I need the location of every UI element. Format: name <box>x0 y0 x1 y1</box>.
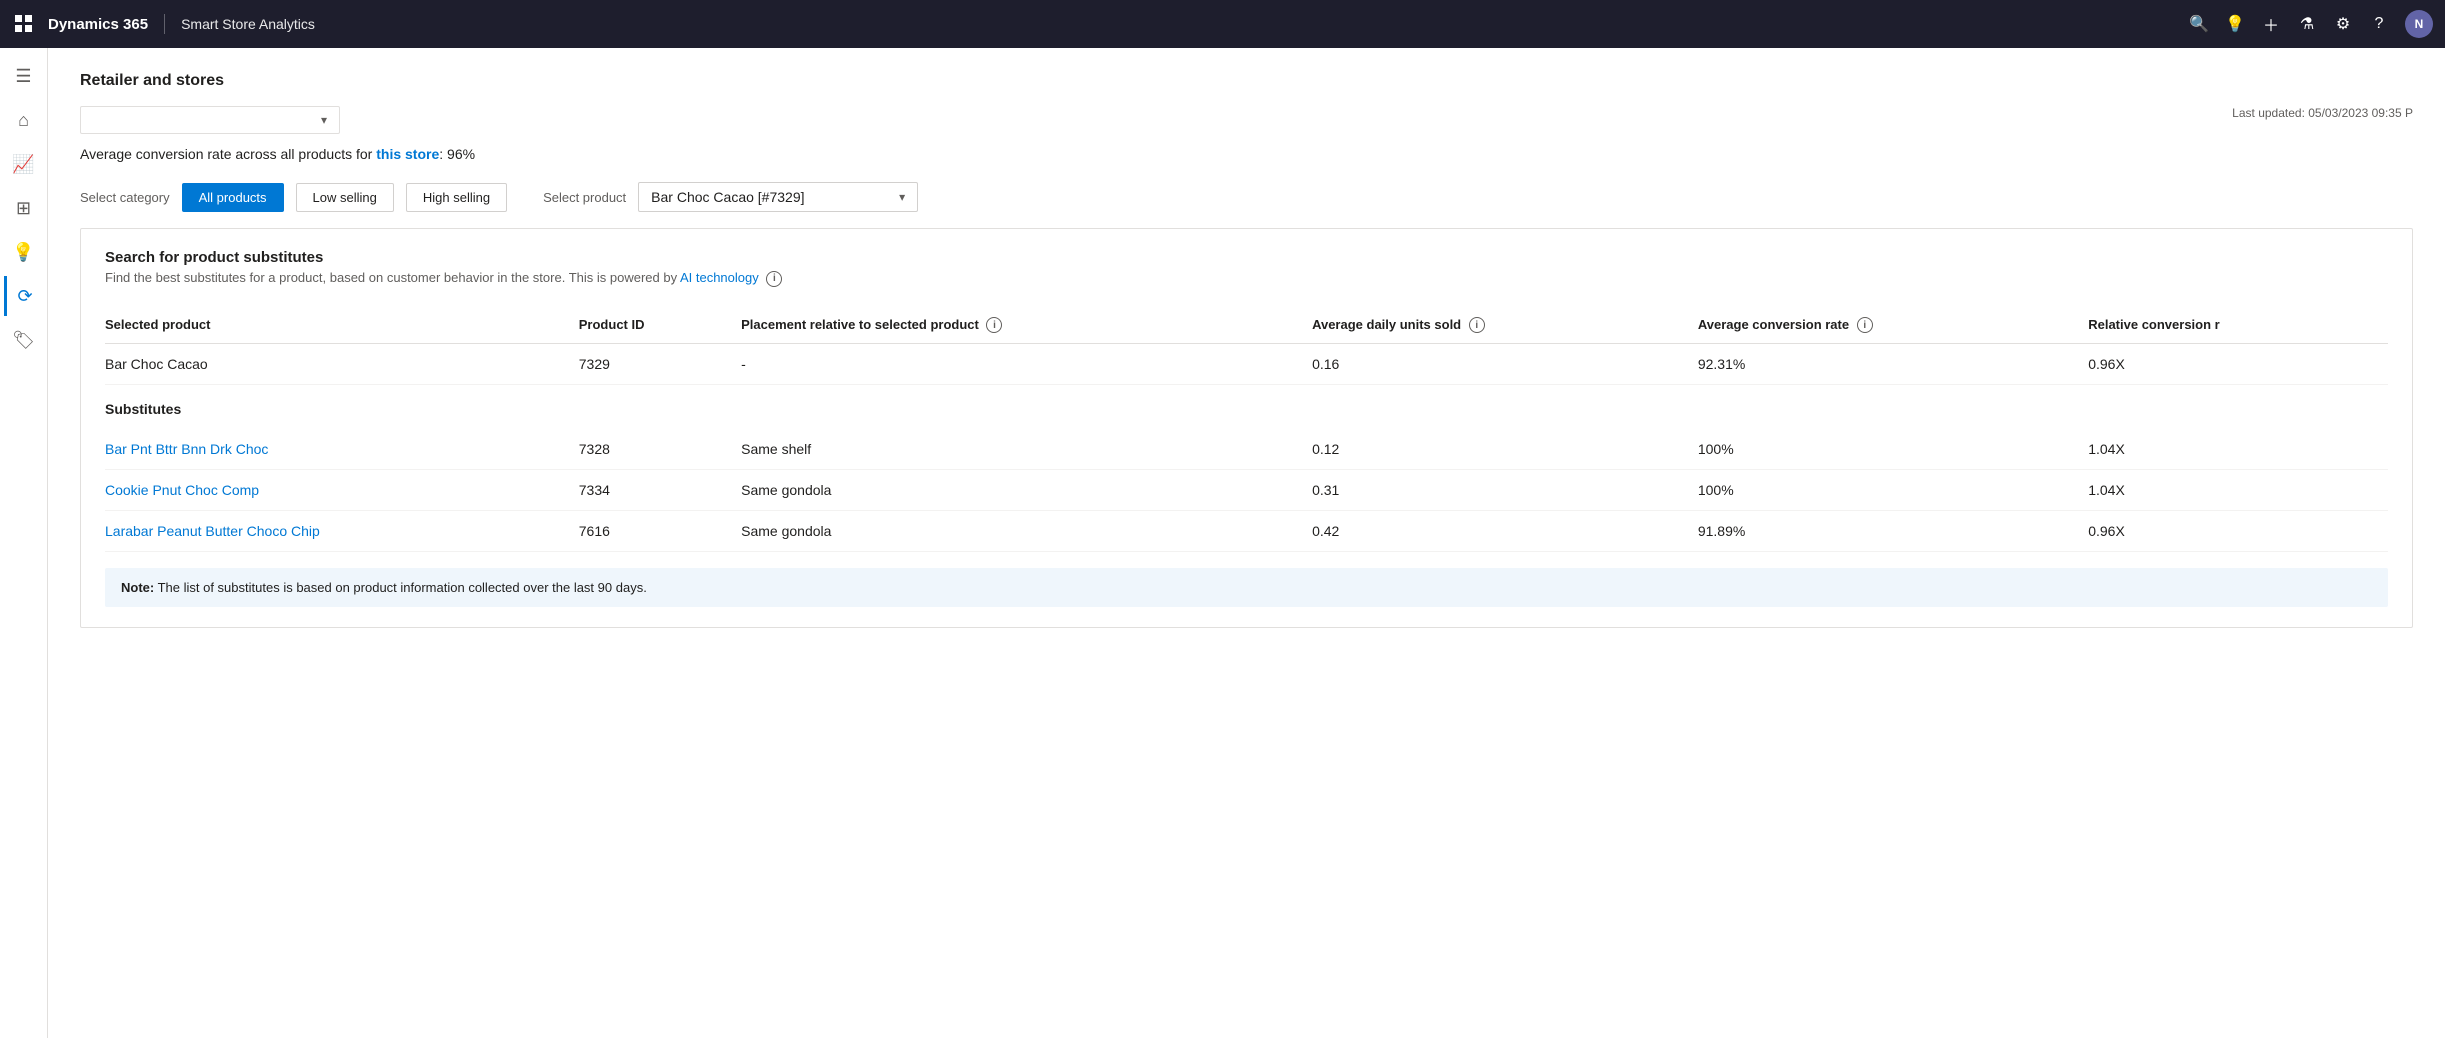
sub-relative-0: 1.04X <box>2088 429 2388 470</box>
sidebar-item-analytics[interactable]: 📈 <box>4 144 44 184</box>
sub-daily-0: 0.12 <box>1312 429 1698 470</box>
conversion-suffix: : 96% <box>439 146 475 162</box>
filter-icon[interactable]: ⚗ <box>2297 14 2317 34</box>
col-avg-conversion: Average conversion rate i <box>1698 307 2088 344</box>
last-updated: Last updated: 05/03/2023 09:35 P <box>2232 106 2413 120</box>
filter-row: Select category All products Low selling… <box>80 182 2413 228</box>
desc-prefix: Find the best substitutes for a product,… <box>105 270 680 285</box>
sub-id-1: 7334 <box>579 470 741 511</box>
info-icon-desc[interactable]: i <box>766 271 782 287</box>
category-btn-all[interactable]: All products <box>182 183 284 212</box>
col-selected-product: Selected product <box>105 307 579 344</box>
note-box: Note: The list of substitutes is based o… <box>105 568 2388 607</box>
sub-name-1[interactable]: Cookie Pnut Choc Comp <box>105 470 579 511</box>
sub-relative-2: 0.96X <box>2088 511 2388 552</box>
avatar[interactable]: N <box>2405 10 2433 38</box>
store-selector-chevron: ▾ <box>321 113 327 127</box>
sub-conversion-1: 100% <box>1698 470 2088 511</box>
conversion-info: Average conversion rate across all produ… <box>80 146 2413 162</box>
info-icon-avg-conversion[interactable]: i <box>1857 317 1873 333</box>
selected-product-relative-conversion: 0.96X <box>2088 344 2388 385</box>
page-title: Retailer and stores <box>80 72 2413 90</box>
sub-placement-0: Same shelf <box>741 429 1312 470</box>
main-content: Retailer and stores ▾ Last updated: 05/0… <box>48 48 2445 1038</box>
sub-conversion-0: 100% <box>1698 429 2088 470</box>
lightbulb-icon[interactable]: 💡 <box>2225 14 2245 34</box>
sub-placement-1: Same gondola <box>741 470 1312 511</box>
app-name: Smart Store Analytics <box>181 16 315 32</box>
sidebar-item-home[interactable]: ⌂ <box>4 100 44 140</box>
selected-product-daily-units: 0.16 <box>1312 344 1698 385</box>
note-text: The list of substitutes is based on prod… <box>154 580 647 595</box>
substitutes-section-label: Substitutes <box>105 385 2388 430</box>
sidebar-item-menu[interactable]: ☰ <box>4 56 44 96</box>
info-icon-placement[interactable]: i <box>986 317 1002 333</box>
sub-name-0[interactable]: Bar Pnt Bttr Bnn Drk Choc <box>105 429 579 470</box>
sub-daily-2: 0.42 <box>1312 511 1698 552</box>
product-dropdown[interactable]: Bar Choc Cacao [#7329] ▾ <box>638 182 918 212</box>
info-icon-daily-units[interactable]: i <box>1469 317 1485 333</box>
substitutes-section: Search for product substitutes Find the … <box>80 228 2413 628</box>
select-product-label: Select product <box>543 190 626 205</box>
note-label: Note: <box>121 580 154 595</box>
table-header-row: Selected product Product ID Placement re… <box>105 307 2388 344</box>
category-btn-low[interactable]: Low selling <box>296 183 394 212</box>
sub-conversion-2: 91.89% <box>1698 511 2088 552</box>
nav-separator <box>164 14 165 34</box>
search-icon[interactable]: 🔍 <box>2189 14 2209 34</box>
selected-product-row: Bar Choc Cacao 7329 - 0.16 92.31% 0.96X <box>105 344 2388 385</box>
sidebar-item-tags[interactable]: 🏷 <box>4 320 44 360</box>
col-relative-conversion: Relative conversion r <box>2088 307 2388 344</box>
ai-technology-link[interactable]: AI technology <box>680 270 759 285</box>
col-product-id: Product ID <box>579 307 741 344</box>
sub-id-0: 7328 <box>579 429 741 470</box>
conversion-highlight: this store <box>376 146 439 162</box>
selected-product-text: Bar Choc Cacao [#7329] <box>651 189 804 205</box>
substitutes-desc: Find the best substitutes for a product,… <box>105 270 2388 287</box>
product-dropdown-chevron: ▾ <box>899 190 905 204</box>
col-avg-daily-units: Average daily units sold i <box>1312 307 1698 344</box>
table-row: Cookie Pnut Choc Comp 7334 Same gondola … <box>105 470 2388 511</box>
substitutes-table: Selected product Product ID Placement re… <box>105 307 2388 553</box>
selected-product-avg-conversion: 92.31% <box>1698 344 2088 385</box>
settings-icon[interactable]: ⚙ <box>2333 14 2353 34</box>
select-category-label: Select category <box>80 190 170 205</box>
table-row: Larabar Peanut Butter Choco Chip 7616 Sa… <box>105 511 2388 552</box>
col-placement: Placement relative to selected product i <box>741 307 1312 344</box>
app-title: Dynamics 365 <box>48 16 148 33</box>
selected-product-name: Bar Choc Cacao <box>105 344 579 385</box>
table-row: Bar Pnt Bttr Bnn Drk Choc 7328 Same shel… <box>105 429 2388 470</box>
grid-icon[interactable] <box>12 12 36 36</box>
selected-product-id: 7329 <box>579 344 741 385</box>
sidebar-item-grid[interactable]: ⊞ <box>4 188 44 228</box>
substitutes-title: Search for product substitutes <box>105 249 2388 266</box>
topnav-icons: 🔍 💡 ＋ ⚗ ⚙ ? N <box>2189 10 2433 38</box>
sub-id-2: 7616 <box>579 511 741 552</box>
topnav: Dynamics 365 Smart Store Analytics 🔍 💡 ＋… <box>0 0 2445 48</box>
substitutes-label-row: Substitutes <box>105 385 2388 430</box>
plus-icon[interactable]: ＋ <box>2261 12 2281 36</box>
sub-placement-2: Same gondola <box>741 511 1312 552</box>
store-selector[interactable]: ▾ <box>80 106 340 134</box>
selected-product-placement: - <box>741 344 1312 385</box>
layout: ☰ ⌂ 📈 ⊞ 💡 ⟳ 🏷 Retailer and stores ▾ Last… <box>0 48 2445 1038</box>
sidebar-item-insights[interactable]: 💡 <box>4 232 44 272</box>
sub-relative-1: 1.04X <box>2088 470 2388 511</box>
sub-daily-1: 0.31 <box>1312 470 1698 511</box>
category-btn-high[interactable]: High selling <box>406 183 507 212</box>
sidebar-item-substitutes[interactable]: ⟳ <box>4 276 44 316</box>
sidebar: ☰ ⌂ 📈 ⊞ 💡 ⟳ 🏷 <box>0 48 48 1038</box>
help-icon[interactable]: ? <box>2369 15 2389 33</box>
conversion-prefix: Average conversion rate across all produ… <box>80 146 376 162</box>
sub-name-2[interactable]: Larabar Peanut Butter Choco Chip <box>105 511 579 552</box>
